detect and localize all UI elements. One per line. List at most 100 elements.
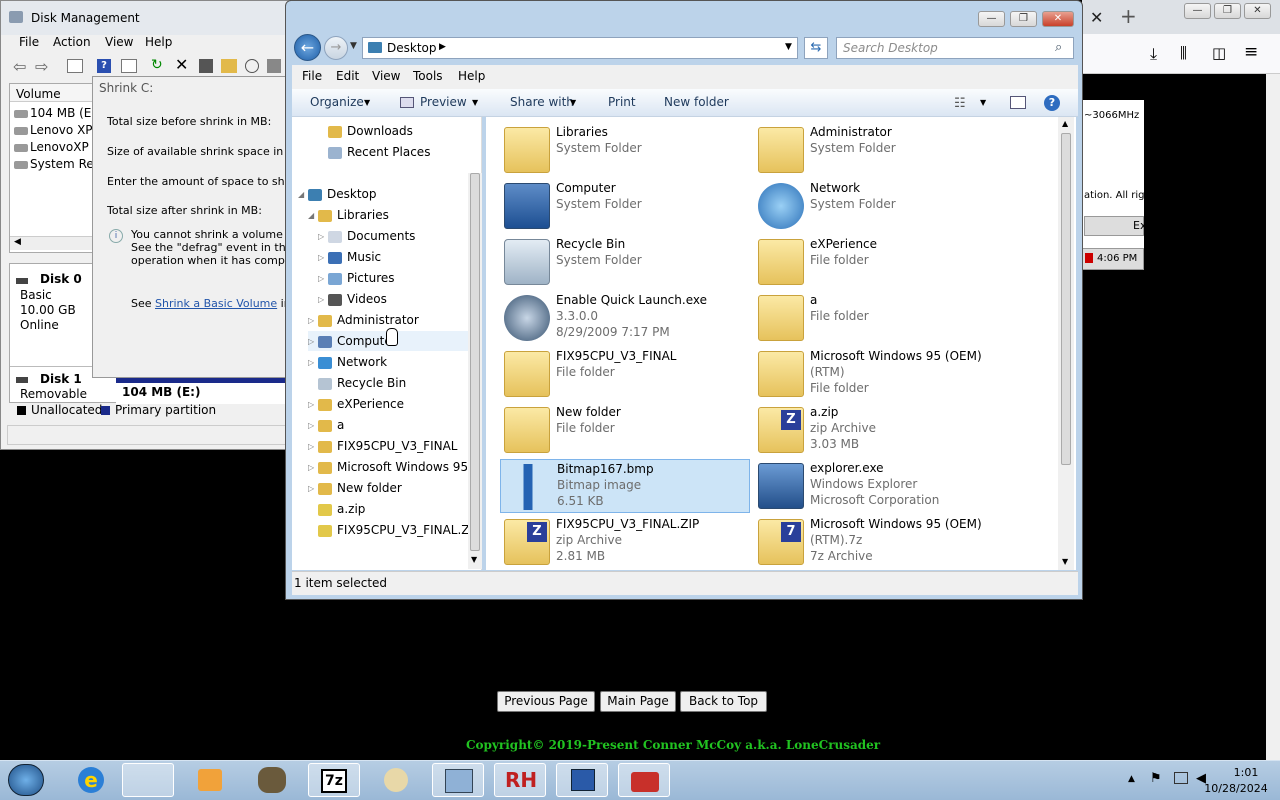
file-item[interactable]: eXPerience File folder: [754, 235, 1004, 289]
close-icon[interactable]: ✕: [1244, 3, 1271, 19]
file-item[interactable]: FIX95CPU_V3_FINAL File folder: [500, 347, 750, 401]
download-icon[interactable]: ⤓: [1150, 44, 1157, 64]
expand-arrow-icon[interactable]: ▷: [308, 311, 318, 331]
taskbar-7zip-icon[interactable]: 7z: [308, 763, 360, 797]
preview-pane-icon[interactable]: [1010, 96, 1026, 109]
nav-item[interactable]: Recent Places: [318, 142, 430, 162]
search-box[interactable]: Search Desktop ⌕: [836, 37, 1074, 59]
file-item[interactable]: Administrator System Folder: [754, 123, 1004, 177]
volume-header[interactable]: Volume: [16, 87, 61, 101]
history-dropdown-icon[interactable]: ▼: [350, 41, 357, 51]
settings-icon[interactable]: [267, 59, 281, 73]
files-scroll-up-icon[interactable]: ▲: [1062, 119, 1068, 128]
nav-scroll-down-icon[interactable]: ▼: [471, 555, 477, 564]
nav-item[interactable]: ▷ a: [308, 415, 344, 435]
library-icon[interactable]: ⫼: [1180, 44, 1187, 62]
print-button[interactable]: Print: [608, 95, 636, 109]
file-item[interactable]: a File folder: [754, 291, 1004, 345]
volume-row[interactable]: Lenovo XP (: [14, 123, 101, 139]
nav-item[interactable]: ◢ Desktop: [298, 184, 377, 204]
expand-arrow-icon[interactable]: ▷: [308, 458, 318, 478]
preview-dropdown-icon[interactable]: ▼: [472, 98, 478, 107]
file-item[interactable]: explorer.exe Windows Explorer Microsoft Co…: [754, 459, 1004, 513]
expand-arrow-icon[interactable]: ▷: [308, 395, 318, 415]
new-tab-icon[interactable]: +: [1120, 4, 1137, 28]
disk0-info[interactable]: Disk 0 Basic 10.00 GB Online: [14, 272, 94, 342]
share-dropdown-icon[interactable]: ▼: [570, 98, 576, 107]
collapse-arrow-icon[interactable]: ◢: [308, 206, 318, 226]
browser-scrollbar[interactable]: [1266, 74, 1280, 760]
files-scroll-down-icon[interactable]: ▼: [1062, 557, 1068, 566]
disk1-info[interactable]: Disk 1 Removable: [14, 372, 94, 402]
file-item[interactable]: 7 Microsoft Windows 95 (OEM) (RTM).7z 7z Ar…: [754, 515, 1004, 569]
volume-hscrollbar[interactable]: ◀: [10, 236, 98, 250]
search-icon[interactable]: ⌕: [1055, 40, 1062, 55]
nav-item[interactable]: ◢ Libraries: [308, 205, 389, 225]
file-item[interactable]: Microsoft Windows 95 (OEM) (RTM) File fold…: [754, 347, 1004, 401]
start-button[interactable]: [8, 764, 44, 796]
clock-time[interactable]: 1:01: [1220, 766, 1272, 779]
minimize-icon[interactable]: —: [1184, 3, 1211, 19]
new-folder-button[interactable]: New folder: [664, 95, 729, 109]
taskbar-disk-management-icon[interactable]: [432, 763, 484, 797]
menu-tools[interactable]: Tools: [413, 69, 443, 83]
view-dropdown-icon[interactable]: ▼: [980, 98, 986, 107]
file-item[interactable]: Bitmap167.bmp Bitmap image 6.51 KB: [500, 459, 750, 513]
nav-item[interactable]: Downloads: [318, 121, 413, 141]
menu-edit[interactable]: Edit: [336, 69, 359, 83]
help-icon[interactable]: ?: [1044, 95, 1060, 111]
help-icon[interactable]: ?: [97, 59, 111, 73]
taskbar-media-player-icon[interactable]: [184, 763, 236, 797]
forward-icon[interactable]: →: [324, 36, 348, 60]
expand-arrow-icon[interactable]: ▷: [318, 269, 328, 289]
file-item[interactable]: Enable Quick Launch.exe 3.3.0.0 8/29/2009 …: [500, 291, 750, 345]
nav-scrollbar[interactable]: ▼: [468, 173, 482, 569]
scroll-left-icon[interactable]: ◀: [14, 237, 21, 247]
dm-menu-view[interactable]: View: [105, 35, 133, 49]
taskbar-toolbox-icon[interactable]: [618, 763, 670, 797]
volume-row[interactable]: 104 MB (E:): [14, 106, 100, 122]
file-item[interactable]: Computer System Folder: [500, 179, 750, 233]
organize-dropdown-icon[interactable]: ▼: [364, 98, 370, 107]
expand-arrow-icon[interactable]: ▷: [318, 248, 328, 268]
file-item[interactable]: Network System Folder: [754, 179, 1004, 233]
collapse-arrow-icon[interactable]: ◢: [298, 185, 308, 205]
check-icon[interactable]: [199, 59, 213, 73]
back-to-top-button[interactable]: Back to Top: [680, 691, 767, 712]
explorer-maximize-icon[interactable]: ❐: [1010, 11, 1037, 27]
show-hidden-icons-icon[interactable]: ▲: [1128, 774, 1135, 784]
preview-button[interactable]: Preview: [420, 95, 467, 109]
open-icon[interactable]: [221, 59, 237, 73]
files-scroll-thumb[interactable]: [1061, 133, 1071, 465]
taskbar-app-icon[interactable]: [246, 763, 298, 797]
refresh-icon[interactable]: ↻: [151, 57, 163, 73]
taskbar-explorer-icon[interactable]: [122, 763, 174, 797]
menu-view[interactable]: View: [372, 69, 400, 83]
menu-file[interactable]: File: [302, 69, 322, 83]
breadcrumb-arrow-icon[interactable]: ▶: [439, 42, 446, 52]
menu-help[interactable]: Help: [458, 69, 485, 83]
file-item[interactable]: Z FIX95CPU_V3_FINAL.ZIP zip Archive 2.81 MB: [500, 515, 750, 569]
nav-item[interactable]: ▷ Network: [308, 352, 387, 372]
back-arrow-icon[interactable]: ⇦: [13, 57, 26, 76]
refresh-icon[interactable]: ⇆: [804, 37, 828, 59]
nav-item[interactable]: ▷ eXPerience: [308, 394, 404, 414]
dm-menu-action[interactable]: Action: [53, 35, 91, 49]
file-item[interactable]: Libraries System Folder: [500, 123, 750, 177]
files-scrollbar[interactable]: ▲ ▼: [1058, 117, 1074, 570]
nav-item[interactable]: ▷ Videos: [318, 289, 387, 309]
shrink-help-link[interactable]: Shrink a Basic Volume: [155, 297, 277, 310]
taskbar-ie-icon[interactable]: e: [66, 763, 118, 797]
share-with-button[interactable]: Share with: [510, 95, 574, 109]
nav-item[interactable]: ▷ FIX95CPU_V3_FINAL: [308, 436, 458, 456]
taskbar-system-icon[interactable]: [556, 763, 608, 797]
expand-arrow-icon[interactable]: ▷: [308, 479, 318, 499]
forward-arrow-icon[interactable]: ⇨: [35, 57, 48, 76]
volume-row[interactable]: System Rese: [14, 157, 107, 173]
address-dropdown-icon[interactable]: ▼: [785, 42, 792, 52]
organize-button[interactable]: Organize: [310, 95, 364, 109]
nav-item[interactable]: a.zip: [308, 499, 365, 519]
expand-arrow-icon[interactable]: ▷: [308, 332, 318, 352]
expand-arrow-icon[interactable]: ▷: [308, 416, 318, 436]
sidebar-icon[interactable]: ◫: [1212, 44, 1226, 62]
